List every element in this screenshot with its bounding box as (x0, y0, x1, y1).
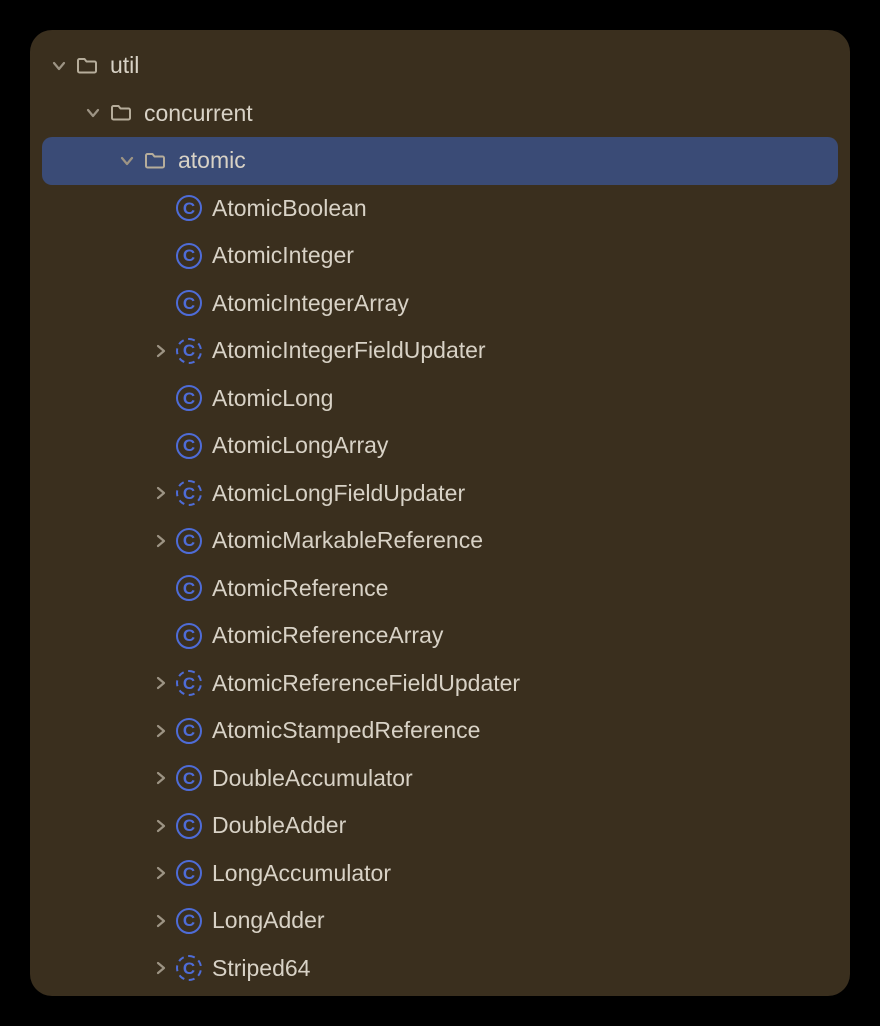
tree-row[interactable]: C AtomicInteger (30, 232, 850, 280)
chevron-right-icon[interactable] (148, 676, 174, 690)
class-icon: C (174, 765, 204, 791)
tree-item-label: AtomicReferenceFieldUpdater (212, 670, 520, 697)
tree-row[interactable]: C AtomicLongFieldUpdater (30, 470, 850, 518)
class-icon: C (174, 860, 204, 886)
tree-row[interactable]: C AtomicReference (30, 565, 850, 613)
tree-item-label: AtomicMarkableReference (212, 527, 483, 554)
tree-item-label: AtomicLong (212, 385, 333, 412)
tree-row[interactable]: util (30, 42, 850, 90)
class-icon: C (174, 195, 204, 221)
chevron-right-icon[interactable] (148, 534, 174, 548)
chevron-right-icon[interactable] (148, 344, 174, 358)
tree-row[interactable]: C AtomicStampedReference (30, 707, 850, 755)
tree-row[interactable]: C DoubleAdder (30, 802, 850, 850)
tree-item-label: DoubleAccumulator (212, 765, 413, 792)
abstract-class-icon: C (174, 480, 204, 506)
tree-item-label: atomic (178, 147, 246, 174)
tree-item-label: util (110, 52, 139, 79)
folder-icon (72, 54, 102, 78)
tree-row[interactable]: C DoubleAccumulator (30, 755, 850, 803)
tree-item-label: AtomicLongArray (212, 432, 388, 459)
tree-row[interactable]: C AtomicBoolean (30, 185, 850, 233)
class-icon: C (174, 623, 204, 649)
abstract-class-icon: C (174, 955, 204, 981)
chevron-right-icon[interactable] (148, 866, 174, 880)
abstract-class-icon: C (174, 338, 204, 364)
tree-row[interactable]: C Striped64 (30, 945, 850, 993)
tree-row[interactable]: C AtomicMarkableReference (30, 517, 850, 565)
tree-row[interactable]: atomic (42, 137, 838, 185)
chevron-down-icon[interactable] (114, 154, 140, 168)
class-icon: C (174, 433, 204, 459)
tree-item-label: AtomicLongFieldUpdater (212, 480, 465, 507)
class-icon: C (174, 718, 204, 744)
tree-row[interactable]: C AtomicLong (30, 375, 850, 423)
class-icon: C (174, 528, 204, 554)
project-tree-panel: util concurrent atomic C AtomicBoolean C Ato… (30, 30, 850, 996)
chevron-right-icon[interactable] (148, 961, 174, 975)
chevron-right-icon[interactable] (148, 486, 174, 500)
tree-row[interactable]: C AtomicIntegerFieldUpdater (30, 327, 850, 375)
class-icon: C (174, 243, 204, 269)
class-icon: C (174, 385, 204, 411)
chevron-right-icon[interactable] (148, 724, 174, 738)
class-icon: C (174, 575, 204, 601)
chevron-down-icon[interactable] (46, 59, 72, 73)
tree-item-label: LongAdder (212, 907, 325, 934)
tree-item-label: LongAccumulator (212, 860, 391, 887)
tree-row[interactable]: C LongAccumulator (30, 850, 850, 898)
tree-item-label: AtomicReference (212, 575, 388, 602)
folder-icon (106, 101, 136, 125)
chevron-down-icon[interactable] (80, 106, 106, 120)
chevron-right-icon[interactable] (148, 819, 174, 833)
tree-item-label: DoubleAdder (212, 812, 346, 839)
tree-item-label: AtomicBoolean (212, 195, 367, 222)
tree-item-label: concurrent (144, 100, 253, 127)
tree-item-label: AtomicInteger (212, 242, 354, 269)
tree-row[interactable]: C AtomicReferenceFieldUpdater (30, 660, 850, 708)
class-icon: C (174, 290, 204, 316)
tree-row[interactable]: concurrent (30, 90, 850, 138)
chevron-right-icon[interactable] (148, 914, 174, 928)
tree-row[interactable]: C AtomicLongArray (30, 422, 850, 470)
tree-item-label: Striped64 (212, 955, 310, 982)
chevron-right-icon[interactable] (148, 771, 174, 785)
tree-row[interactable]: C AtomicReferenceArray (30, 612, 850, 660)
tree-item-label: AtomicReferenceArray (212, 622, 443, 649)
class-icon: C (174, 908, 204, 934)
tree-item-label: AtomicIntegerArray (212, 290, 409, 317)
folder-icon (140, 149, 170, 173)
tree-item-label: AtomicIntegerFieldUpdater (212, 337, 486, 364)
tree-item-label: AtomicStampedReference (212, 717, 480, 744)
abstract-class-icon: C (174, 670, 204, 696)
class-icon: C (174, 813, 204, 839)
tree-row[interactable]: C LongAdder (30, 897, 850, 945)
tree-row[interactable]: C AtomicIntegerArray (30, 280, 850, 328)
